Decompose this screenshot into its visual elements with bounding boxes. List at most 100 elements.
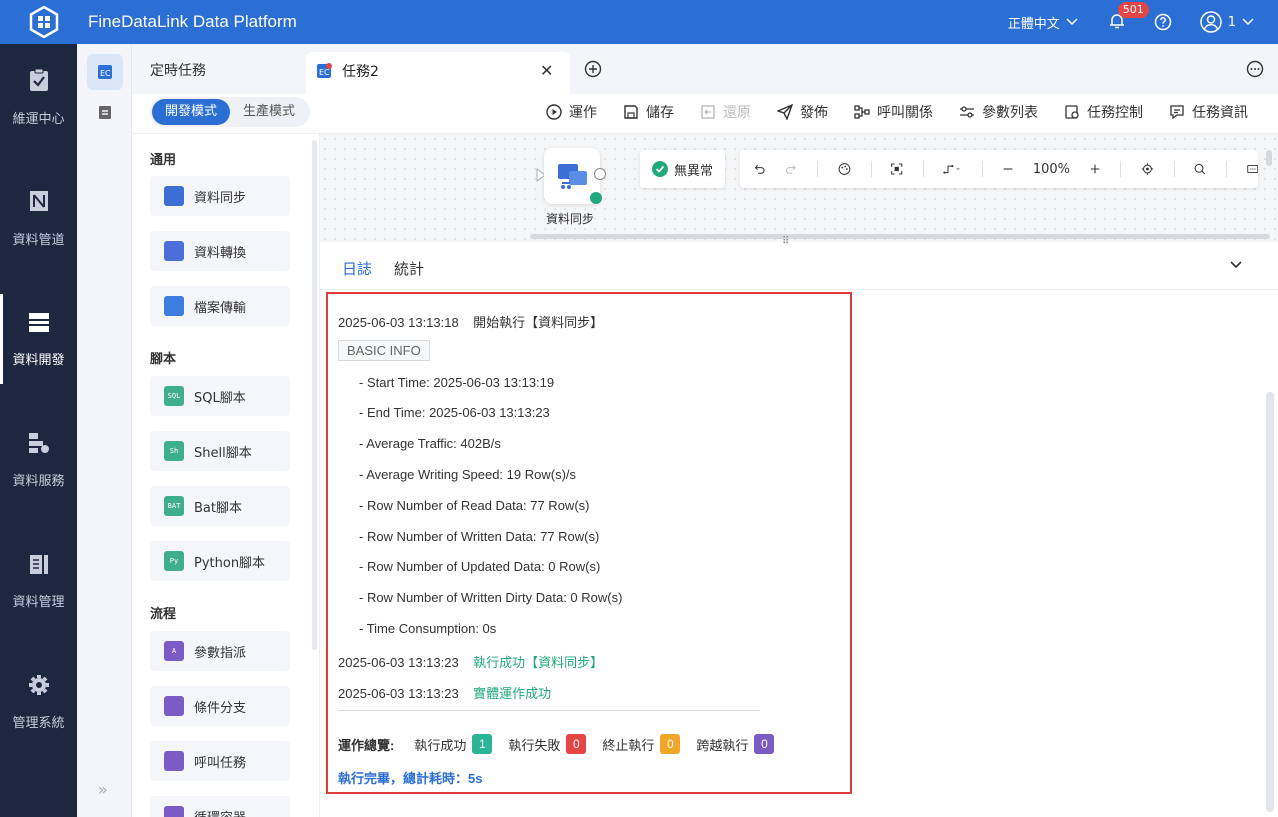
connector-style-icon[interactable] <box>943 161 962 177</box>
notification-button[interactable]: 501 <box>1108 2 1149 32</box>
task-icon: EC <box>317 63 332 78</box>
nav-data-service[interactable]: 資料服務 <box>0 415 77 505</box>
call-task-icon <box>164 751 184 771</box>
prod-mode-button[interactable]: 生產模式 <box>230 99 308 125</box>
palette-item-shell[interactable]: Sh Shell腳本 <box>150 431 290 471</box>
status-indicator[interactable]: 無異常 <box>640 150 725 188</box>
branch-icon <box>164 696 184 716</box>
fit-view-icon[interactable] <box>891 161 903 177</box>
summary-skipped-label: 跨越執行 <box>696 737 749 753</box>
palette-item-label: Bat腳本 <box>194 500 242 516</box>
summary-label: 運作總覽: <box>338 737 395 753</box>
dev-mode-button[interactable]: 開發模式 <box>152 99 230 125</box>
add-tab-icon[interactable] <box>584 60 602 78</box>
nav-data-dev[interactable]: 資料開發 <box>0 294 77 384</box>
section-title-script: 腳本 <box>150 352 177 367</box>
log-text: 執行成功【資料同步】 <box>473 655 604 670</box>
section-title-flow: 流程 <box>150 607 177 622</box>
log-time: 2025-06-03 13:13:18 <box>338 315 459 330</box>
chevron-down-icon <box>1242 18 1254 26</box>
summary-stopped-label: 終止執行 <box>602 737 655 753</box>
palette-item-condition[interactable]: 條件分支 <box>150 686 290 726</box>
save-button[interactable]: 儲存 <box>623 102 674 122</box>
palette-item-bat[interactable]: BAT Bat腳本 <box>150 486 290 526</box>
task-tree-button[interactable]: EC <box>87 54 123 90</box>
shell-icon: Sh <box>164 441 184 461</box>
param-list-button[interactable]: 參數列表 <box>959 102 1038 122</box>
palette-item-loop[interactable]: 循環容器 <box>150 796 290 817</box>
canvas-h-scrollbar[interactable] <box>530 234 1270 239</box>
svg-text:EC: EC <box>319 68 330 77</box>
log-detail: - Time Consumption: 0s <box>359 621 497 636</box>
run-button[interactable]: 運作 <box>546 102 597 122</box>
task-info-button[interactable]: 任務資訊 <box>1169 102 1248 122</box>
chevron-down-icon[interactable] <box>1228 256 1244 272</box>
nav-label: 維運中心 <box>12 111 65 127</box>
close-icon[interactable]: ✕ <box>540 61 553 80</box>
log-text: 實體運作成功 <box>473 686 552 701</box>
nav-admin-system[interactable]: 管理系統 <box>0 657 77 747</box>
tab-scheduled-tasks[interactable]: 定時任務 <box>150 60 206 80</box>
zoom-level: 100% <box>1032 161 1070 177</box>
zoom-out-icon[interactable] <box>1003 162 1013 176</box>
language-select[interactable]: 正體中文 <box>1008 13 1078 32</box>
summary-success-label: 執行成功 <box>414 737 467 753</box>
locate-icon[interactable] <box>1141 160 1154 178</box>
log-content: 2025-06-03 13:13:18 開始執行【資料同步】 BASIC INF… <box>326 292 852 794</box>
nav-label: 管理系統 <box>12 715 65 731</box>
log-detail: - Row Number of Written Dirty Data: 0 Ro… <box>359 590 623 605</box>
log-scrollbar[interactable] <box>1266 392 1274 812</box>
nav-label: 資料管道 <box>12 232 65 248</box>
relation-icon <box>854 105 870 119</box>
more-icon[interactable] <box>1246 60 1264 78</box>
tab-log[interactable]: 日誌 <box>342 258 372 279</box>
help-icon[interactable] <box>1154 13 1172 31</box>
publish-button[interactable]: 發佈 <box>777 102 828 122</box>
call-relation-label: 呼叫關係 <box>877 105 933 121</box>
palette-icon[interactable] <box>838 160 851 178</box>
collapse-sidebar-icon[interactable]: » <box>98 780 108 799</box>
palette-item-python[interactable]: Py Python腳本 <box>150 541 290 581</box>
palette-item-label: Python腳本 <box>194 555 266 571</box>
palette-scrollbar[interactable] <box>312 140 317 650</box>
palette-item-param-assign[interactable]: A 參數指派 <box>150 631 290 671</box>
zoom-in-icon[interactable] <box>1090 162 1100 176</box>
resource-button[interactable] <box>87 94 123 130</box>
log-detail: - Row Number of Updated Data: 0 Row(s) <box>359 559 601 574</box>
palette-item-label: 檔案傳輸 <box>194 300 247 316</box>
nav-data-pipeline[interactable]: 資料管道 <box>0 173 77 263</box>
sub-nav: EC <box>77 44 132 817</box>
save-icon <box>624 105 638 119</box>
gear-icon <box>28 674 49 695</box>
undo-icon[interactable] <box>754 161 765 177</box>
palette-item-data-sync[interactable]: 資料同步 <box>150 176 290 216</box>
canvas-v-scrollbar[interactable] <box>1266 150 1272 166</box>
call-relation-button[interactable]: 呼叫關係 <box>854 102 933 122</box>
palette-item-file-transfer[interactable]: 檔案傳輸 <box>150 286 290 326</box>
task-control-button[interactable]: 任務控制 <box>1064 102 1143 122</box>
main-nav: 維運中心 資料管道 資料開發 資料服務 資料管理 管理系統 <box>0 44 77 817</box>
search-icon[interactable] <box>1194 161 1206 177</box>
output-port[interactable] <box>594 168 606 180</box>
nav-data-manage[interactable]: 資料管理 <box>0 536 77 626</box>
tab-stats[interactable]: 統計 <box>394 258 424 279</box>
palette-item-label: 呼叫任務 <box>194 755 247 771</box>
tab-task2[interactable]: EC 任務2 ✕ <box>306 52 570 94</box>
minimap-icon[interactable] <box>1246 162 1258 176</box>
check-circle-icon <box>651 161 668 177</box>
app-logo-icon[interactable] <box>26 4 62 40</box>
log-tabs: 日誌 統計 <box>320 242 1278 290</box>
restore-icon <box>701 105 715 119</box>
node-label: 資料同步 <box>546 212 595 226</box>
nav-ops-center[interactable]: 維運中心 <box>0 52 77 142</box>
palette-item-call-task[interactable]: 呼叫任務 <box>150 741 290 781</box>
restore-button[interactable]: 還原 <box>700 102 751 122</box>
palette-item-data-transform[interactable]: 資料轉換 <box>150 231 290 271</box>
palette-item-label: 條件分支 <box>194 700 247 716</box>
design-canvas[interactable]: 資料同步 無異常 100% <box>320 134 1278 242</box>
user-menu[interactable]: 1 <box>1199 11 1254 33</box>
palette-item-sql[interactable]: SQL SQL腳本 <box>150 376 290 416</box>
node-success-dot <box>590 192 602 204</box>
param-assign-icon: A <box>164 641 184 661</box>
redo-icon[interactable] <box>785 161 797 177</box>
